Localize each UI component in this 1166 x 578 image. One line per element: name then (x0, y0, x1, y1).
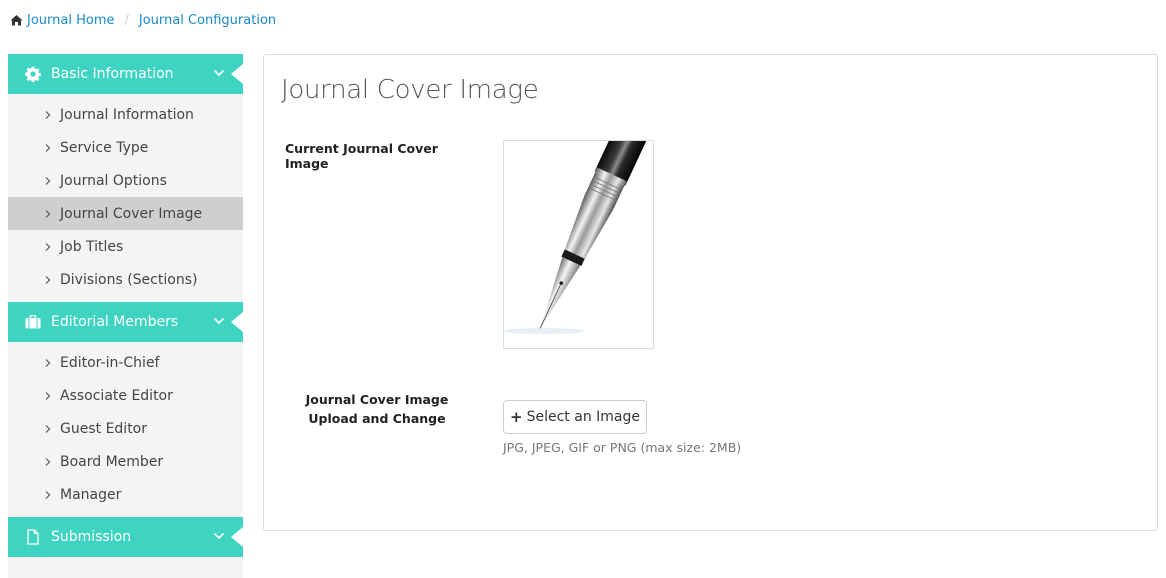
sidebar-item-journal-cover-image[interactable]: Journal Cover Image (8, 197, 243, 230)
sidebar-item-label: Journal Cover Image (60, 205, 203, 222)
journal-cover-image-panel: Journal Cover Image Current Journal Cove… (263, 54, 1158, 531)
sidebar-section-title: Basic Information (51, 66, 174, 82)
chevron-down-icon (213, 69, 225, 77)
document-icon (27, 529, 39, 545)
sidebar-section-items: Journal Information Service Type Journal… (8, 94, 243, 302)
page-title: Journal Cover Image (281, 75, 539, 105)
chevron-right-icon (45, 358, 51, 367)
upload-label-line-1: Journal Cover Image (305, 392, 449, 407)
breadcrumb-journal-configuration-link[interactable]: Journal Configuration (139, 13, 276, 28)
sidebar-item-label: Guest Editor (60, 420, 148, 437)
sidebar-item-associate-editor[interactable]: Associate Editor (8, 379, 243, 412)
chevron-right-icon (45, 143, 51, 152)
select-image-button-label: Select an Image (526, 409, 640, 425)
sidebar-item-divisions[interactable]: Divisions (Sections) (8, 263, 243, 296)
sidebar-item-manager[interactable]: Manager (8, 478, 243, 511)
chevron-right-icon (45, 457, 51, 466)
sidebar-item-guest-editor[interactable]: Guest Editor (8, 412, 243, 445)
active-section-notch (231, 64, 243, 84)
chevron-right-icon (45, 110, 51, 119)
current-cover-image (503, 140, 654, 349)
sidebar-section-title: Submission (51, 529, 132, 545)
sidebar-item-board-member[interactable]: Board Member (8, 445, 243, 478)
fountain-pen-image (504, 141, 650, 334)
briefcase-icon (25, 314, 41, 329)
chevron-down-icon (213, 317, 225, 325)
upload-label-line-2: Upload and Change (308, 411, 446, 426)
sidebar-item-journal-information[interactable]: Journal Information (8, 98, 243, 131)
sidebar-item-label: Associate Editor (60, 387, 173, 404)
sidebar-item-label: Journal Options (60, 172, 167, 189)
sidebar: Basic Information Journal Information Se… (8, 54, 243, 578)
chevron-right-icon (45, 391, 51, 400)
home-icon (10, 15, 23, 26)
sidebar-item-label: Divisions (Sections) (60, 271, 198, 288)
gear-icon (25, 66, 41, 82)
sidebar-item-service-type[interactable]: Service Type (8, 131, 243, 164)
sidebar-section-editorial-members[interactable]: Editorial Members (8, 302, 243, 342)
file-type-help-text: JPG, JPEG, GIF or PNG (max size: 2MB) (503, 440, 742, 455)
sidebar-section-basic-information[interactable]: Basic Information (8, 54, 243, 94)
sidebar-item-label: Editor-in-Chief (60, 354, 160, 371)
sidebar-item-editor-in-chief[interactable]: Editor-in-Chief (8, 346, 243, 379)
sidebar-item-label: Manager (60, 486, 122, 503)
chevron-right-icon (45, 424, 51, 433)
chevron-right-icon (45, 176, 51, 185)
chevron-right-icon (45, 275, 51, 284)
chevron-right-icon (45, 490, 51, 499)
current-cover-image-label: Current Journal Cover Image (285, 141, 438, 171)
sidebar-item-job-titles[interactable]: Job Titles (8, 230, 243, 263)
active-section-notch (231, 527, 243, 547)
sidebar-section-title: Editorial Members (51, 314, 179, 330)
sidebar-section-submission[interactable]: Submission (8, 517, 243, 557)
breadcrumb: Journal Home / Journal Configuration (10, 11, 276, 29)
select-image-button[interactable]: + Select an Image (503, 400, 647, 434)
sidebar-item-label: Board Member (60, 453, 164, 470)
breadcrumb-separator: / (124, 12, 129, 28)
upload-cover-image-label: Journal Cover Image Upload and Change (287, 390, 467, 428)
chevron-right-icon (45, 209, 51, 218)
sidebar-item-journal-options[interactable]: Journal Options (8, 164, 243, 197)
active-section-notch (231, 312, 243, 332)
sidebar-section-items: Editor-in-Chief Associate Editor Guest E… (8, 342, 243, 517)
breadcrumb-home-link[interactable]: Journal Home (27, 13, 114, 28)
chevron-down-icon (213, 532, 225, 540)
sidebar-item-label: Journal Information (60, 106, 194, 123)
plus-icon: + (510, 408, 523, 426)
chevron-right-icon (45, 242, 51, 251)
sidebar-item-label: Service Type (60, 139, 149, 156)
sidebar-item-label: Job Titles (60, 238, 124, 255)
